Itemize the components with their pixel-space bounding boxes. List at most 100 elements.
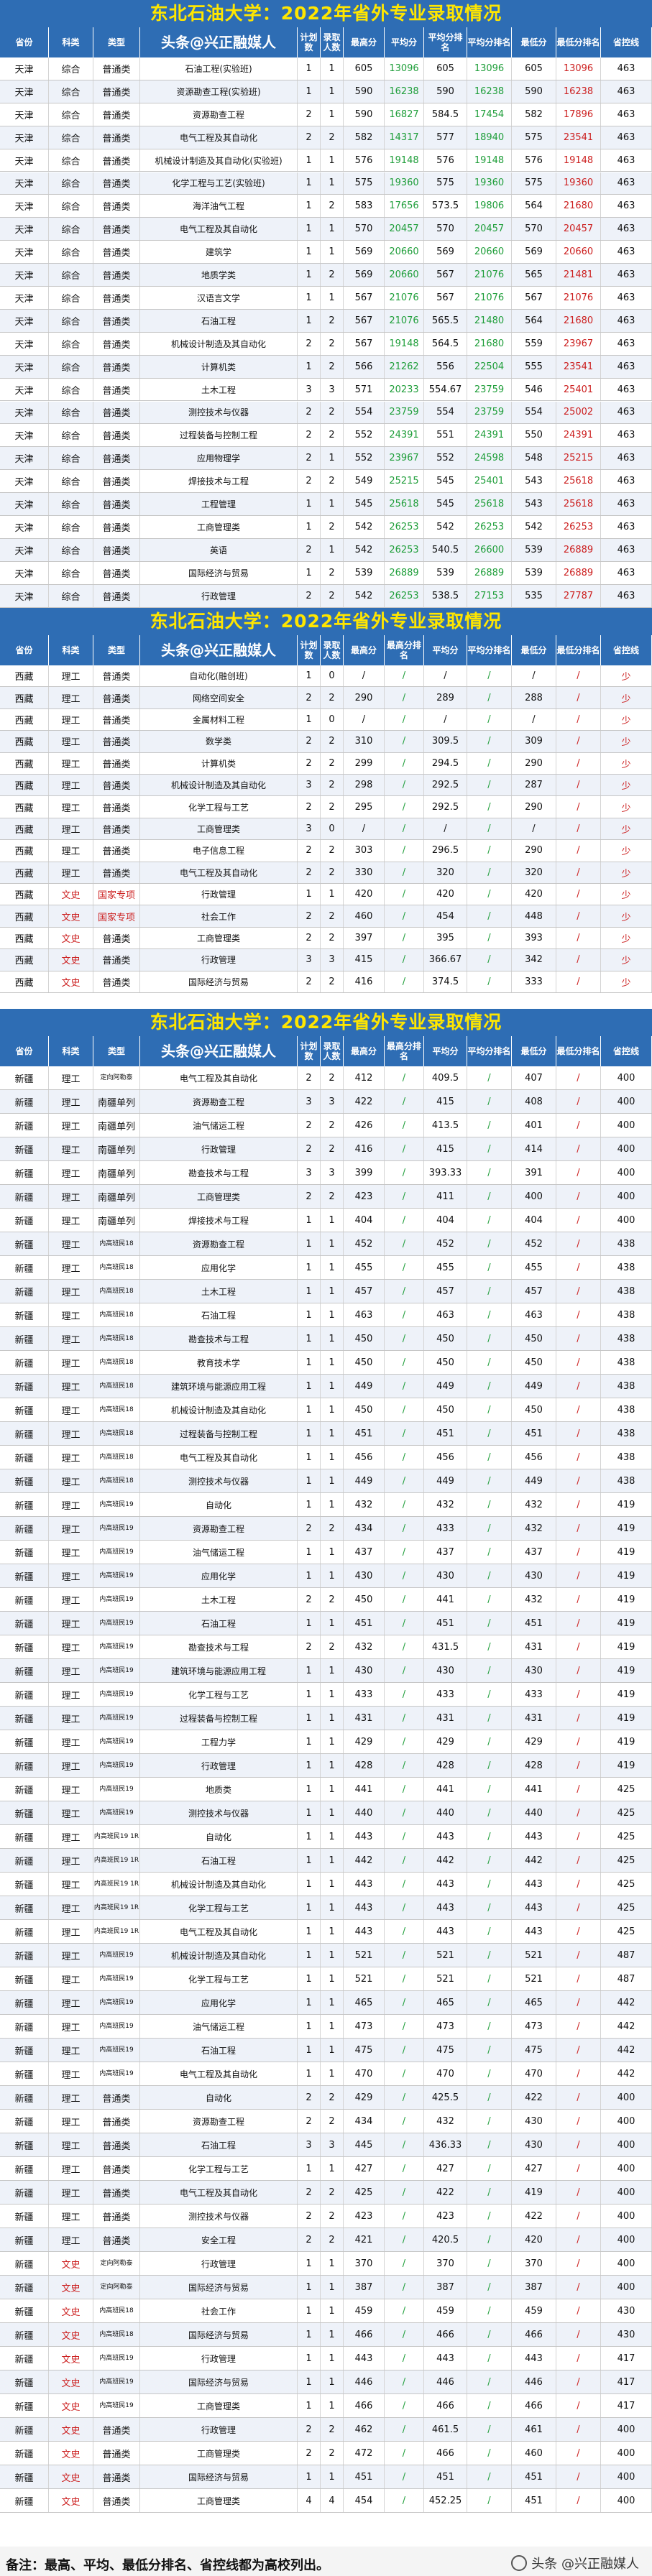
table-cell: / <box>385 2062 424 2085</box>
table-cell: / <box>467 2062 512 2085</box>
table-cell: 普通类 <box>93 287 140 309</box>
table-cell: / <box>556 1920 601 1943</box>
table-cell: 450 <box>512 1398 556 1421</box>
table-cell: / <box>467 1541 512 1564</box>
table-cell: 理工 <box>49 1303 93 1326</box>
table-cell: 450 <box>424 1351 467 1374</box>
table-cell: / <box>467 884 512 905</box>
table-cell: 1 <box>321 1469 344 1492</box>
header-cell: 平均分 <box>385 27 424 57</box>
table-cell: 2 <box>321 2442 344 2465</box>
table-cell: / <box>556 2015 601 2038</box>
table-cell: / <box>467 2228 512 2251</box>
table-cell: / <box>467 1232 512 1255</box>
table-cell: 普通类 <box>93 752 140 774</box>
table-cell: 400 <box>601 2133 652 2156</box>
table-cell: 400 <box>601 2110 652 2133</box>
table-cell: / <box>385 665 424 687</box>
table-cell: 370 <box>344 2252 385 2275</box>
table-cell: 470 <box>424 2062 467 2085</box>
table-cell: / <box>556 818 601 840</box>
table-cell: 金属材料工程 <box>140 708 298 731</box>
table-cell: 21262 <box>385 355 424 378</box>
table-cell: / <box>385 2489 424 2512</box>
table-row: 新疆 理工 普通类 化学工程与工艺 1 1 427/427/427/400 <box>0 2157 652 2181</box>
table-cell: 西藏 <box>0 862 49 883</box>
table-cell: 普通类 <box>93 708 140 731</box>
table-cell: 电气工程及其自动化 <box>140 1446 298 1469</box>
table-cell: / <box>385 2015 424 2038</box>
table-cell: 理工 <box>49 775 93 796</box>
table-cell: 466 <box>344 2394 385 2417</box>
table-cell: 普通类 <box>93 80 140 103</box>
table-cell: 新疆 <box>0 1161 49 1184</box>
table-cell: 542 <box>344 516 385 538</box>
table-cell: 1 <box>321 1683 344 1706</box>
table-cell: 1 <box>321 1280 344 1303</box>
table-cell: 473 <box>344 2015 385 2038</box>
table-cell: 1 <box>321 2465 344 2488</box>
table-cell: 419 <box>601 1659 652 1682</box>
table-cell: / <box>467 1114 512 1137</box>
table-cell: 石油工程 <box>140 2133 298 2156</box>
table-cell: 463 <box>601 447 652 470</box>
table-cell: 普通类 <box>93 538 140 561</box>
table-cell: / <box>424 708 467 731</box>
table-cell: 432 <box>424 1493 467 1516</box>
table-cell: / <box>385 1730 424 1753</box>
table-cell: 427 <box>424 2157 467 2180</box>
table-cell: 1 <box>298 2062 321 2085</box>
table-cell: 土木工程 <box>140 1588 298 1611</box>
table-cell: / <box>385 1517 424 1540</box>
table-cell: 443 <box>512 1825 556 1848</box>
table-cell: 文史 <box>49 949 93 971</box>
table-cell: 西藏 <box>0 840 49 862</box>
table-cell: / <box>385 1446 424 1469</box>
table-cell: 330 <box>344 862 385 883</box>
table-cell: 普通类 <box>93 447 140 470</box>
table-cell: 测控技术与仪器 <box>140 2205 298 2228</box>
table-cell: 普通类 <box>93 149 140 172</box>
table-cell: 573.5 <box>424 195 467 218</box>
table-cell: 555 <box>512 355 556 378</box>
table-cell: 387 <box>344 2276 385 2299</box>
table-cell: 19360 <box>467 172 512 195</box>
table-cell: 1 <box>321 2062 344 2085</box>
table-cell: 449 <box>512 1375 556 1398</box>
table-cell: 文史 <box>49 2465 93 2488</box>
table-cell: 2 <box>298 1588 321 1611</box>
table-cell: 理工 <box>49 796 93 818</box>
table-cell: 内高班民19 <box>93 1564 140 1587</box>
table-cell: 理工 <box>49 1256 93 1279</box>
table-row: 新疆 理工 内高班民19 建筑环境与能源应用工程 1 1 430/430/430/419 <box>0 1659 652 1683</box>
table-row: 新疆 文史 内高班民19 工商管理类 1 1 466/466/466/417 <box>0 2394 652 2418</box>
table-cell: 2 <box>298 126 321 149</box>
table-cell: 普通类 <box>93 818 140 840</box>
header-cell: 平均分 <box>424 635 467 665</box>
table-cell: 549 <box>344 470 385 493</box>
table-cell: / <box>467 731 512 752</box>
table-cell: 287 <box>512 775 556 796</box>
table-cell: 575 <box>344 172 385 195</box>
table-cell: 勘查技术与工程 <box>140 1161 298 1184</box>
table-cell: 366.67 <box>424 949 467 971</box>
table-cell: 13096 <box>467 57 512 80</box>
header-cell: 计划数 <box>298 27 321 57</box>
table-cell: 定向阿勒泰 <box>93 1066 140 1089</box>
table-cell: 西藏 <box>0 687 49 708</box>
table-cell: / <box>467 840 512 862</box>
table-cell: / <box>556 796 601 818</box>
table-cell: 552 <box>344 424 385 447</box>
table-cell: 440 <box>424 1801 467 1824</box>
table-cell: 自动化(融创班) <box>140 665 298 687</box>
table-cell: / <box>556 884 601 905</box>
table-cell: 天津 <box>0 401 49 424</box>
table-cell: / <box>467 1967 512 1990</box>
table-cell: 420 <box>424 884 467 905</box>
table-cell: 天津 <box>0 538 49 561</box>
table-cell: 新疆 <box>0 1446 49 1469</box>
table-row: 天津 综合 普通类 机械设计制造及其自动化(实验班) 1 1 576 19148 576 1914… <box>0 149 652 172</box>
table-cell: 409.5 <box>424 1066 467 1089</box>
table-cell: 542 <box>424 516 467 538</box>
table-row: 新疆 理工 内高班民19 油气储运工程 1 1 437/437/437/419 <box>0 1541 652 1564</box>
